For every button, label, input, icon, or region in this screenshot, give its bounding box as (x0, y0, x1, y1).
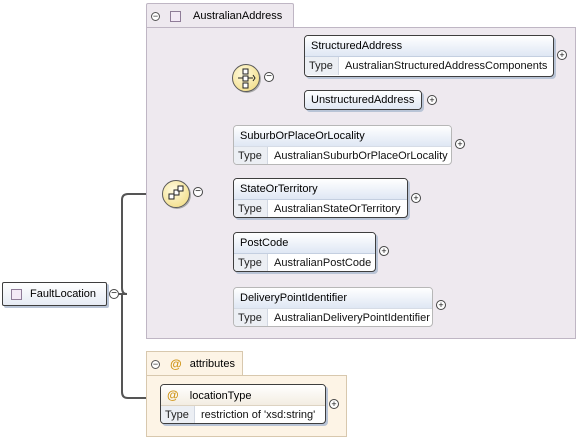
type-label: Type (234, 254, 268, 271)
element-name: SuburbOrPlaceOrLocality (234, 126, 451, 147)
expand-structuredaddress-button[interactable]: + (557, 50, 567, 60)
group-name: AustralianAddress (193, 10, 283, 22)
type-row: Type restriction of 'xsd:string' (161, 406, 325, 423)
type-value: AustralianStateOrTerritory (274, 203, 401, 215)
type-row: Type AustralianSuburbOrPlaceOrLocality (234, 147, 451, 164)
root-element-name: FaultLocation (30, 288, 97, 300)
type-row: Type AustralianStructuredAddressComponen… (305, 57, 553, 75)
element-stateorterritory[interactable]: StateOrTerritory Type AustralianStateOrT… (233, 178, 408, 218)
type-value: restriction of 'xsd:string' (201, 409, 316, 421)
element-icon (11, 288, 22, 300)
expand-deliverypoint-button[interactable]: + (436, 300, 446, 310)
group-tab-australianaddress[interactable]: − AustralianAddress (146, 3, 294, 28)
attribute-locationtype[interactable]: @ locationType Type restriction of 'xsd:… (160, 384, 326, 424)
element-name: StructuredAddress (305, 36, 553, 57)
element-postcode[interactable]: PostCode Type AustralianPostCode (233, 232, 376, 272)
attribute-at-icon: @ (167, 388, 179, 402)
group-icon (170, 10, 181, 22)
type-label: Type (234, 200, 268, 217)
attribute-header: @ locationType (161, 385, 325, 406)
attribute-at-icon: @ (170, 357, 182, 371)
expand-locationtype-button[interactable]: + (329, 399, 339, 409)
type-label: Type (161, 406, 195, 423)
element-unstructuredaddress[interactable]: UnstructuredAddress (304, 90, 422, 110)
type-value: AustralianSuburbOrPlaceOrLocality (274, 150, 448, 162)
element-deliverypointidentifier[interactable]: DeliveryPointIdentifier Type AustralianD… (233, 287, 433, 327)
type-row: Type AustralianPostCode (234, 254, 375, 271)
type-value: AustralianPostCode (274, 257, 372, 269)
type-label: Type (305, 57, 339, 75)
collapse-sequence-button[interactable]: − (193, 187, 203, 197)
element-name: DeliveryPointIdentifier (234, 288, 432, 309)
expand-stateorterritory-button[interactable]: + (411, 193, 421, 203)
attributes-tab[interactable]: − @ attributes (146, 351, 243, 376)
type-label: Type (234, 147, 268, 164)
root-element-faultlocation[interactable]: FaultLocation (2, 282, 107, 306)
expand-unstructuredaddress-button[interactable]: + (427, 95, 437, 105)
choice-compositor-icon[interactable] (232, 64, 260, 92)
type-row: Type AustralianDeliveryPointIdentifier (234, 309, 432, 326)
collapse-group-button[interactable]: − (151, 11, 160, 21)
expand-suburb-button[interactable]: + (455, 139, 465, 149)
element-name: PostCode (234, 233, 375, 254)
expand-postcode-button[interactable]: + (379, 246, 389, 256)
sequence-compositor-icon[interactable] (162, 180, 190, 208)
type-value: AustralianDeliveryPointIdentifier (274, 312, 430, 324)
collapse-faultlocation-button[interactable]: − (109, 289, 119, 299)
element-suburborplaceorlocality[interactable]: SuburbOrPlaceOrLocality Type AustralianS… (233, 125, 452, 165)
type-label: Type (234, 309, 268, 326)
collapse-attributes-button[interactable]: − (151, 359, 160, 369)
attribute-name: locationType (189, 390, 252, 402)
type-row: Type AustralianStateOrTerritory (234, 200, 407, 217)
attributes-label: attributes (189, 358, 235, 370)
element-name: StateOrTerritory (234, 179, 407, 200)
element-name: UnstructuredAddress (305, 91, 421, 109)
element-structuredaddress[interactable]: StructuredAddress Type AustralianStructu… (304, 35, 554, 77)
type-value: AustralianStructuredAddressComponents (345, 60, 548, 72)
collapse-choice-button[interactable]: − (264, 72, 274, 82)
